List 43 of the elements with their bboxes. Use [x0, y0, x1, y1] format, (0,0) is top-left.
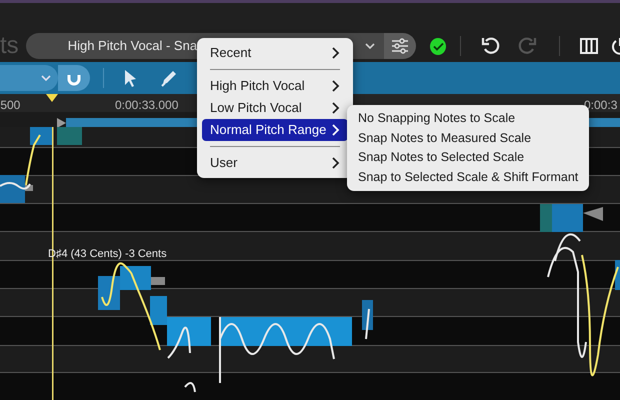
chevron-right-icon	[331, 47, 340, 59]
menu-item[interactable]: Recent	[202, 42, 348, 64]
sliders-icon	[390, 37, 409, 55]
redo-icon	[517, 36, 538, 56]
note-handle	[151, 277, 165, 285]
note-block	[615, 260, 620, 290]
chevron-right-icon	[331, 124, 340, 136]
magnet-button[interactable]	[58, 65, 90, 91]
columns-button[interactable]	[580, 37, 598, 55]
note-block	[120, 266, 151, 290]
pointer-icon	[122, 69, 138, 87]
pitch-curve	[365, 308, 370, 340]
note-block	[57, 127, 82, 145]
pen-tool[interactable]	[160, 69, 178, 87]
settings-button[interactable]	[384, 33, 416, 59]
chevron-down-icon	[40, 73, 52, 83]
pitch-curve	[184, 382, 196, 392]
columns-icon	[580, 37, 598, 55]
power-icon	[611, 37, 620, 55]
menu-item[interactable]: High Pitch Vocal	[202, 75, 348, 97]
note-handle	[583, 207, 603, 221]
submenu-item[interactable]: No Snapping Notes to Scale	[352, 109, 584, 128]
chevron-down-icon	[364, 41, 376, 51]
note-block	[30, 127, 52, 145]
pitch-curve	[167, 326, 191, 359]
submenu-item[interactable]: Snap to Selected Scale & Shift Formant	[352, 168, 584, 187]
chevron-right-icon	[331, 157, 340, 169]
time-label: 0:00:33.000	[115, 97, 178, 114]
chevron-right-icon	[331, 102, 340, 114]
menu-item[interactable]: User	[202, 152, 348, 174]
submenu-item[interactable]: Snap Notes to Selected Scale	[352, 148, 584, 168]
menu-item[interactable]: Normal Pitch Range	[202, 119, 348, 141]
power-button[interactable]	[611, 37, 620, 55]
menu-item[interactable]: Low Pitch Vocal	[202, 97, 348, 119]
time-label: 0:00:3	[584, 97, 618, 114]
pointer-tool[interactable]	[122, 69, 138, 87]
pen-icon	[160, 69, 178, 87]
time-label: .500	[0, 97, 20, 114]
submenu-item[interactable]: Snap Notes to Measured Scale	[352, 128, 584, 148]
note-block	[0, 175, 25, 203]
chevron-right-icon	[331, 80, 340, 92]
undo-icon	[481, 36, 502, 56]
undo-button[interactable]	[481, 36, 502, 56]
